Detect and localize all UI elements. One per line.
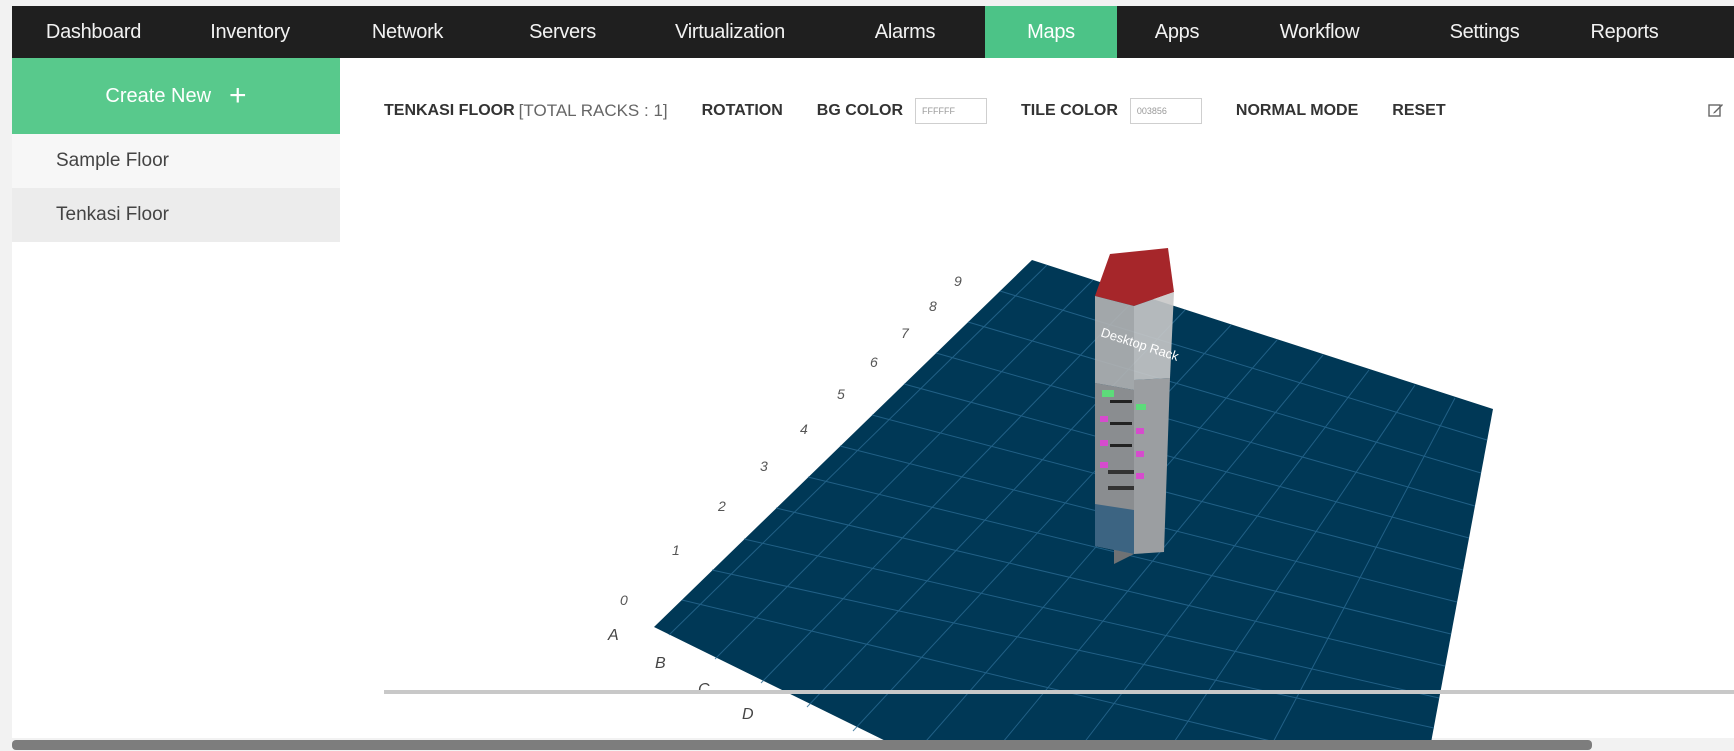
create-new-button[interactable]: Create New + — [12, 58, 340, 134]
top-navigation: Dashboard Inventory Network Servers Virt… — [12, 6, 1734, 58]
row-label: 1 — [672, 542, 680, 558]
slot-led-pink — [1100, 462, 1108, 468]
slot-bar — [1110, 444, 1132, 447]
slot-led-pink — [1100, 416, 1108, 422]
column-label: B — [655, 655, 666, 672]
nav-servers[interactable]: Servers — [490, 6, 635, 58]
column-label: D — [742, 706, 754, 723]
slot-led-pink — [1136, 473, 1144, 479]
floor-3d-view[interactable]: 0 1 2 3 4 5 6 7 8 9 A B C D — [340, 168, 1734, 748]
row-label: 5 — [837, 386, 845, 402]
plus-icon: + — [229, 79, 247, 112]
floor-sidebar: Create New + Sample Floor Tenkasi Floor — [12, 58, 340, 738]
tile-color-label: TILE COLOR — [1021, 102, 1118, 119]
slot-bar — [1110, 400, 1132, 403]
slot-led-pink — [1136, 428, 1144, 434]
column-label: A — [607, 627, 619, 644]
row-label: 4 — [800, 421, 808, 437]
bg-color-input[interactable]: FFFFFF — [915, 98, 988, 124]
slot-led-green — [1102, 390, 1114, 397]
nav-network[interactable]: Network — [325, 6, 490, 58]
horizontal-scrollbar[interactable] — [12, 740, 1592, 750]
row-label: 3 — [760, 458, 768, 474]
slot-bar — [1108, 470, 1134, 474]
nav-apps[interactable]: Apps — [1117, 6, 1237, 58]
reset-button[interactable]: RESET — [1392, 102, 1445, 120]
floor-item-tenkasi[interactable]: Tenkasi Floor — [12, 188, 340, 242]
row-label: 2 — [717, 498, 726, 514]
nav-inventory[interactable]: Inventory — [175, 6, 325, 58]
bg-color-label: BG COLOR — [816, 102, 904, 119]
normal-mode-button[interactable]: NORMAL MODE — [1236, 102, 1358, 120]
nav-alarms[interactable]: Alarms — [825, 6, 985, 58]
row-label: 6 — [870, 354, 878, 370]
rack-count: [TOTAL RACKS : 1] — [518, 101, 668, 120]
nav-reports[interactable]: Reports — [1567, 6, 1682, 58]
slot-led-pink — [1100, 440, 1108, 446]
edit-icon[interactable] — [1708, 102, 1724, 118]
scene-divider — [384, 690, 1734, 694]
floor-title: TENKASI FLOOR — [384, 102, 515, 119]
nav-workflow[interactable]: Workflow — [1237, 6, 1402, 58]
floor-plane — [654, 260, 1493, 748]
slot-led-green — [1136, 404, 1146, 410]
floor-map-panel: TENKASI FLOOR [TOTAL RACKS : 1] ROTATION… — [340, 58, 1734, 748]
nav-dashboard[interactable]: Dashboard — [12, 6, 175, 58]
floor-item-sample[interactable]: Sample Floor — [12, 134, 340, 188]
rack-base — [1095, 504, 1134, 554]
row-label: 0 — [620, 592, 628, 608]
row-label: 9 — [954, 273, 962, 289]
tile-color-input[interactable]: 003856 — [1129, 98, 1202, 124]
slot-led-pink — [1136, 451, 1144, 457]
map-toolbar: TENKASI FLOOR [TOTAL RACKS : 1] ROTATION… — [384, 94, 1446, 128]
row-label: 8 — [929, 298, 937, 314]
create-new-label: Create New — [105, 84, 212, 107]
slot-bar — [1110, 422, 1132, 425]
slot-bar — [1108, 486, 1134, 490]
row-label: 7 — [901, 325, 910, 341]
nav-virtualization[interactable]: Virtualization — [635, 6, 825, 58]
nav-settings[interactable]: Settings — [1402, 6, 1567, 58]
nav-maps[interactable]: Maps — [985, 6, 1117, 58]
rotation-button[interactable]: ROTATION — [702, 102, 783, 120]
